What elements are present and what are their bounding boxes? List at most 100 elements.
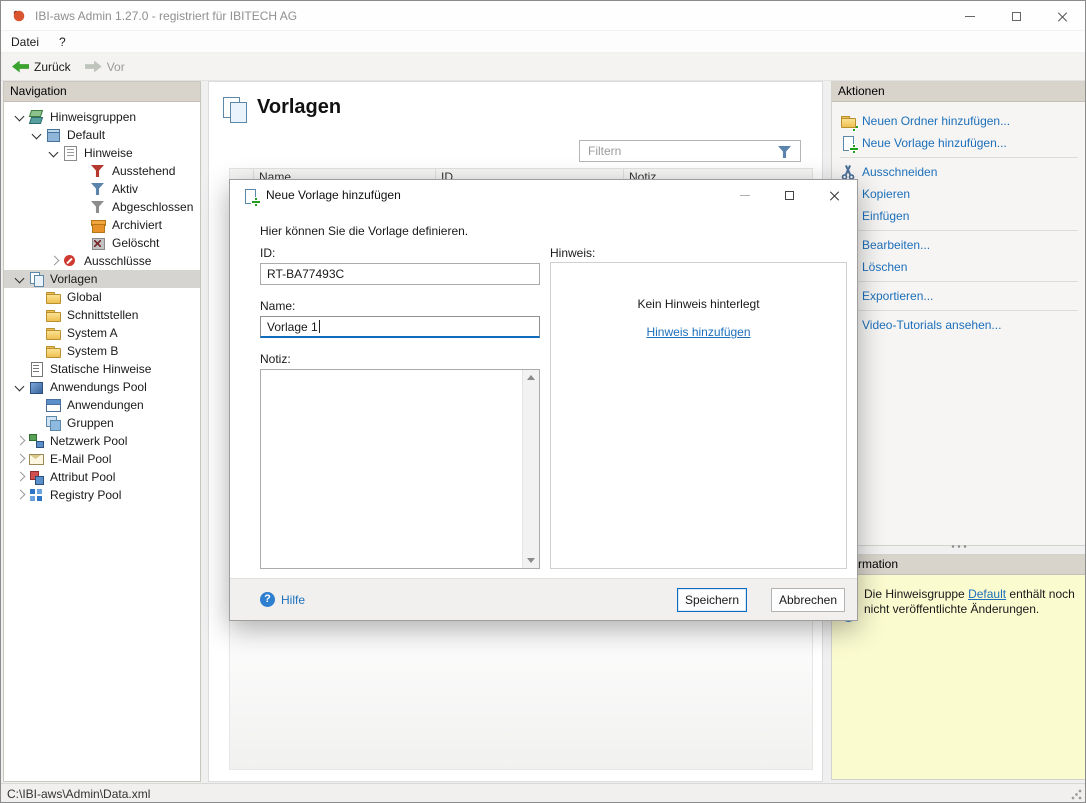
tree-item-system-b[interactable]: System B	[4, 342, 200, 360]
cancel-button[interactable]: Abbrechen	[771, 588, 845, 612]
tree-item-hinweisgruppen[interactable]: Hinweisgruppen	[4, 108, 200, 126]
page-title: Vorlagen	[257, 96, 341, 119]
id-field[interactable]: RT-BA77493C	[260, 263, 540, 285]
plus-badge-icon	[850, 123, 858, 131]
back-button[interactable]: Zurück	[5, 56, 78, 78]
tree-item-attribut-pool[interactable]: Attribut Pool	[4, 468, 200, 486]
filter-funnel-icon[interactable]	[777, 144, 793, 160]
chevron-down-icon[interactable]	[12, 109, 28, 125]
window-controls	[947, 1, 1085, 31]
forward-arrow-icon	[85, 61, 102, 73]
action-edit[interactable]: Bearbeiten...	[832, 234, 1086, 256]
tree-item-gruppen[interactable]: Gruppen	[4, 414, 200, 432]
chevron-spacer	[29, 307, 45, 323]
filter-pending-icon	[90, 163, 106, 179]
action-label: Kopieren	[862, 187, 910, 201]
information-body: Die Hinweisgruppe Default enthält noch n…	[832, 575, 1086, 779]
new-folder-icon	[840, 113, 856, 129]
tree-item-label: Archiviert	[110, 218, 162, 232]
tree-item-global[interactable]: Global	[4, 288, 200, 306]
filter-input[interactable]	[580, 141, 800, 161]
dialog-minimize-button[interactable]	[722, 180, 767, 211]
note-textarea[interactable]	[260, 369, 540, 569]
tree-item-label: Abgeschlossen	[110, 200, 193, 214]
tree-item-system-a[interactable]: System A	[4, 324, 200, 342]
menu-help[interactable]: ?	[53, 31, 72, 53]
tree-item-hinweise[interactable]: Hinweise	[4, 144, 200, 162]
maximize-icon	[1012, 12, 1021, 21]
default-group-link[interactable]: Default	[968, 587, 1006, 601]
resize-grip[interactable]	[1071, 789, 1082, 800]
action-label: Neue Vorlage hinzufügen...	[862, 136, 1007, 150]
tree-item-default[interactable]: Default	[4, 126, 200, 144]
action-new-folder[interactable]: Neuen Ordner hinzufügen...	[832, 110, 1086, 132]
close-icon	[1057, 11, 1068, 22]
dialog-icon	[242, 188, 258, 204]
add-hint-link[interactable]: Hinweis hinzufügen	[646, 325, 750, 339]
tree-item-anwendungen[interactable]: Anwendungen	[4, 396, 200, 414]
chevron-down-icon[interactable]	[12, 379, 28, 395]
filter-active-icon	[90, 181, 106, 197]
action-copy[interactable]: Kopieren	[832, 183, 1086, 205]
tree-item-archiviert[interactable]: Archiviert	[4, 216, 200, 234]
tree-item-anwendungs-pool[interactable]: Anwendungs Pool	[4, 378, 200, 396]
hint-label: Hinweis:	[550, 246, 595, 260]
folder-icon	[45, 307, 61, 323]
name-field[interactable]: Vorlage 1	[260, 316, 540, 338]
exclusions-icon	[62, 253, 78, 269]
chevron-down-icon[interactable]	[29, 127, 45, 143]
tree-item-abgeschlossen[interactable]: Abgeschlossen	[4, 198, 200, 216]
action-new-template[interactable]: Neue Vorlage hinzufügen...	[832, 132, 1086, 154]
action-cut[interactable]: Ausschneiden	[832, 161, 1086, 183]
tree-item-netzwerk-pool[interactable]: Netzwerk Pool	[4, 432, 200, 450]
name-value: Vorlage 1	[267, 320, 318, 334]
chevron-right-icon[interactable]	[46, 253, 62, 269]
scroll-up-button[interactable]	[523, 370, 539, 386]
filter-box	[579, 140, 801, 162]
information-panel: Information Die Hinweisgruppe Default en…	[831, 554, 1086, 780]
chevron-down-icon[interactable]	[12, 271, 28, 287]
action-video-tutorials[interactable]: Video-Tutorials ansehen...	[832, 314, 1086, 336]
panel-splitter[interactable]	[831, 542, 1086, 550]
tree-item-ausstehend[interactable]: Ausstehend	[4, 162, 200, 180]
tree-item-schnittstellen[interactable]: Schnittstellen	[4, 306, 200, 324]
tree-item-registry-pool[interactable]: Registry Pool	[4, 486, 200, 504]
tree-item-vorlagen[interactable]: Vorlagen	[4, 270, 200, 288]
chevron-right-icon[interactable]	[12, 451, 28, 467]
group-icon	[45, 127, 61, 143]
action-paste[interactable]: Einfügen	[832, 205, 1086, 227]
tree-item-label: Statische Hinweise	[48, 362, 151, 376]
menu-datei[interactable]: Datei	[5, 31, 45, 53]
dialog-maximize-button[interactable]	[767, 180, 812, 211]
tree-item-statische-hinweise[interactable]: Statische Hinweise	[4, 360, 200, 378]
chevron-right-icon[interactable]	[12, 487, 28, 503]
help-link[interactable]: Hilfe	[260, 592, 305, 607]
deleted-icon	[90, 235, 106, 251]
action-label: Exportieren...	[862, 289, 933, 303]
tree-item-label: Vorlagen	[48, 272, 97, 286]
tree-item-geloescht[interactable]: Gelöscht	[4, 234, 200, 252]
forward-label: Vor	[107, 60, 125, 74]
navigation-tree: Hinweisgruppen Default Hinweise Ausstehe…	[4, 102, 200, 504]
tree-item-label: Attribut Pool	[48, 470, 115, 484]
save-button[interactable]: Speichern	[677, 588, 747, 612]
action-delete[interactable]: Löschen	[832, 256, 1086, 278]
chevron-spacer	[29, 289, 45, 305]
chevron-down-icon[interactable]	[46, 145, 62, 161]
forward-button[interactable]: Vor	[78, 56, 132, 78]
minimize-button[interactable]	[947, 1, 993, 31]
name-label: Name:	[260, 299, 295, 313]
action-label: Bearbeiten...	[862, 238, 930, 252]
scroll-down-button[interactable]	[523, 552, 539, 568]
action-export[interactable]: Exportieren...	[832, 285, 1086, 307]
separator	[840, 230, 1078, 231]
actions-list: Neuen Ordner hinzufügen... Neue Vorlage …	[832, 102, 1086, 336]
maximize-button[interactable]	[993, 1, 1039, 31]
close-button[interactable]	[1039, 1, 1085, 31]
tree-item-email-pool[interactable]: E-Mail Pool	[4, 450, 200, 468]
dialog-close-button[interactable]	[812, 180, 857, 211]
tree-item-ausschluesse[interactable]: Ausschlüsse	[4, 252, 200, 270]
chevron-right-icon[interactable]	[12, 433, 28, 449]
chevron-right-icon[interactable]	[12, 469, 28, 485]
tree-item-aktiv[interactable]: Aktiv	[4, 180, 200, 198]
